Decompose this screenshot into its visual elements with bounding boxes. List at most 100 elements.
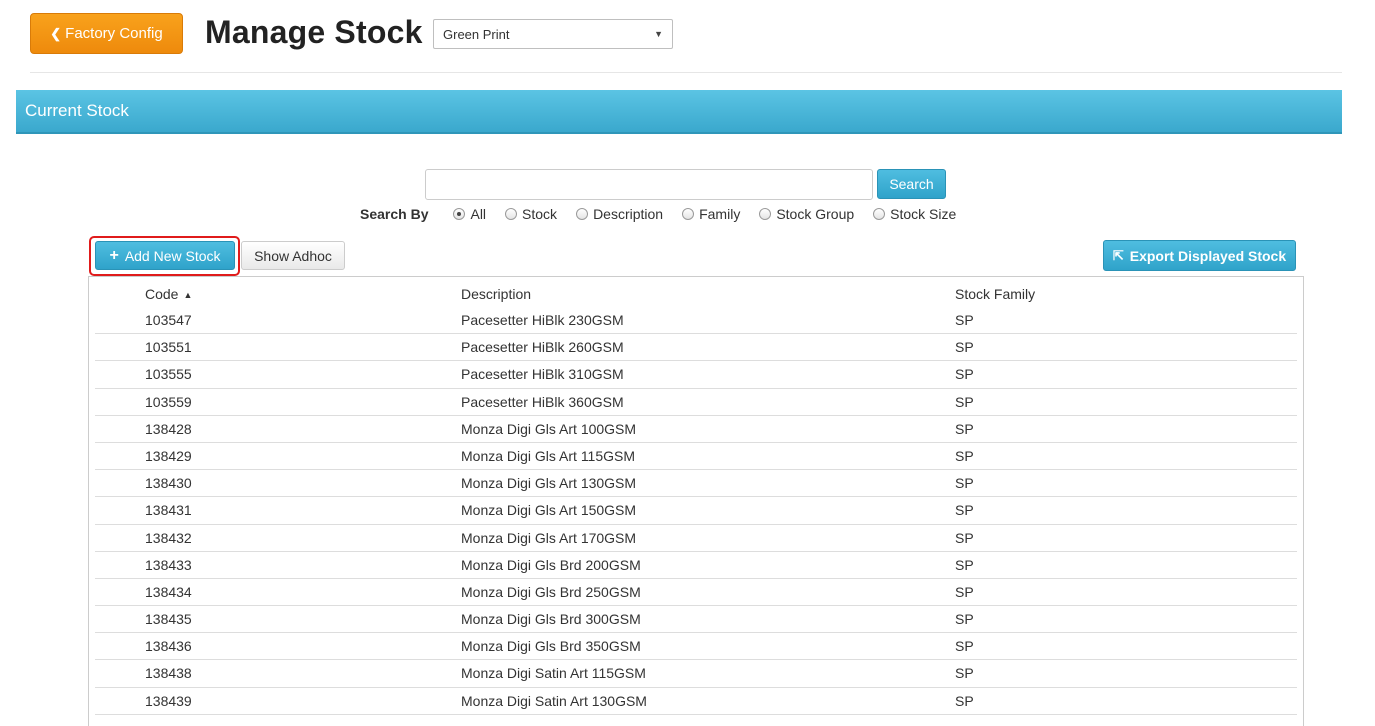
cell-stock-family: SP — [955, 393, 974, 410]
radio-stock-group[interactable]: Stock Group — [759, 206, 854, 222]
radio-stock-group-label: Stock Group — [776, 206, 855, 222]
site-select-value: Green Print — [443, 26, 510, 42]
cell-stock-family: SP — [955, 366, 974, 383]
cell-description: Monza Digi Gls Brd 200GSM — [461, 556, 641, 573]
cell-code: 138432 — [145, 529, 192, 546]
cell-code: 138435 — [145, 611, 192, 628]
table-row[interactable]: 103551 Pacesetter HiBlk 260GSM SP — [95, 334, 1297, 362]
table-row[interactable]: 138436 Monza Digi Gls Brd 350GSM SP — [95, 633, 1297, 661]
radio-stock-size-input[interactable] — [873, 208, 886, 220]
cell-description: Monza Digi Gls Art 150GSM — [461, 502, 637, 519]
cell-code: 138433 — [145, 556, 192, 573]
export-label: Export Displayed Stock — [1129, 247, 1287, 264]
table-header: Code ▲ Description Stock Family — [95, 280, 1297, 307]
radio-stock[interactable]: Stock — [505, 206, 557, 222]
panel-title: Current Stock — [25, 101, 129, 120]
radio-stock-input[interactable] — [505, 208, 518, 220]
cell-stock-family: SP — [955, 638, 974, 655]
site-select[interactable]: Green Print ▼ — [433, 19, 673, 49]
search-button[interactable]: Search — [877, 169, 946, 199]
table-row[interactable]: 138431 Monza Digi Gls Art 150GSM SP — [95, 497, 1297, 525]
radio-family-input[interactable] — [682, 208, 695, 220]
cell-code: 103559 — [145, 393, 192, 410]
radio-all-input[interactable] — [453, 208, 466, 220]
cell-description: Pacesetter HiBlk 360GSM — [461, 393, 624, 410]
cell-code: 138434 — [145, 583, 192, 600]
cell-code: 138438 — [145, 665, 192, 682]
factory-config-button[interactable]: ❮ Factory Config — [30, 13, 183, 54]
radio-family[interactable]: Family — [682, 206, 740, 222]
cell-description: Monza Digi Gls Brd 350GSM — [461, 638, 641, 655]
sort-asc-icon: ▲ — [183, 290, 193, 300]
radio-stock-group-input[interactable] — [759, 208, 772, 220]
panel-header: Current Stock — [16, 90, 1342, 134]
cell-code: 138431 — [145, 502, 192, 519]
cell-stock-family: SP — [955, 420, 974, 437]
radio-family-label: Family — [699, 206, 741, 222]
table-row[interactable]: 138430 Monza Digi Gls Art 130GSM SP — [95, 470, 1297, 498]
cell-description: Monza Digi Satin Art 130GSM — [461, 692, 647, 709]
radio-stock-size[interactable]: Stock Size — [873, 206, 956, 222]
cell-description: Monza Digi Satin Art 115GSM — [461, 665, 646, 682]
cell-description: Monza Digi Gls Brd 300GSM — [461, 611, 641, 628]
table-row[interactable]: 103559 Pacesetter HiBlk 360GSM SP — [95, 389, 1297, 416]
radio-description[interactable]: Description — [576, 206, 663, 222]
add-new-stock-label: Add New Stock — [124, 247, 221, 264]
cell-description: Monza Digi Gls Art 100GSM — [461, 420, 637, 437]
page-title: Manage Stock — [205, 14, 423, 50]
cell-stock-family: SP — [955, 611, 974, 628]
cell-stock-family: SP — [955, 556, 974, 573]
cell-description: Monza Digi Gls Art 130GSM — [461, 475, 637, 492]
radio-all[interactable]: All — [453, 206, 486, 222]
plus-icon: + — [109, 246, 119, 264]
cell-stock-family: SP — [955, 475, 974, 492]
table-body: 103547 Pacesetter HiBlk 230GSM SP 103551 Pac… — [95, 307, 1297, 715]
cell-code: 103547 — [145, 312, 192, 328]
table-row[interactable]: 138439 Monza Digi Satin Art 130GSM SP — [95, 688, 1297, 715]
table-row[interactable]: 138428 Monza Digi Gls Art 100GSM SP — [95, 416, 1297, 443]
column-header-description[interactable]: Description — [461, 286, 531, 302]
radio-description-input[interactable] — [576, 208, 589, 220]
table-row[interactable]: 103555 Pacesetter HiBlk 310GSM SP — [95, 361, 1297, 389]
cell-code: 138430 — [145, 475, 192, 492]
table-row[interactable]: 138438 Monza Digi Satin Art 115GSM SP — [95, 660, 1297, 688]
table-row[interactable]: 138432 Monza Digi Gls Art 170GSM SP — [95, 525, 1297, 552]
cell-code: 138436 — [145, 638, 192, 655]
radio-description-label: Description — [593, 206, 664, 222]
chevron-left-icon: ❮ — [50, 25, 62, 41]
add-new-stock-button[interactable]: + Add New Stock — [95, 241, 235, 270]
search-input[interactable] — [425, 169, 873, 200]
table-row[interactable]: 138434 Monza Digi Gls Brd 250GSM SP — [95, 579, 1297, 607]
cell-description: Monza Digi Gls Brd 250GSM — [461, 583, 641, 600]
search-by-label: Search By — [360, 206, 429, 222]
cell-code: 138428 — [145, 420, 192, 437]
cell-code: 138429 — [145, 447, 192, 464]
cell-code: 103551 — [145, 339, 192, 356]
factory-config-label: Factory Config — [65, 25, 163, 42]
export-icon: ⇱ — [1112, 247, 1124, 263]
cell-stock-family: SP — [955, 447, 974, 464]
cell-stock-family: SP — [955, 692, 974, 709]
header-divider — [30, 72, 1342, 73]
cell-code: 103555 — [145, 366, 192, 383]
radio-all-label: All — [470, 206, 487, 222]
radio-stock-label: Stock — [522, 206, 558, 222]
export-displayed-stock-button[interactable]: ⇱ Export Displayed Stock — [1103, 240, 1296, 271]
radio-stock-size-label: Stock Size — [890, 206, 957, 222]
search-by-group: Search By All Stock Description Family S… — [360, 204, 975, 224]
table-row[interactable]: 103547 Pacesetter HiBlk 230GSM SP — [95, 307, 1297, 335]
cell-stock-family: SP — [955, 312, 974, 328]
chevron-down-icon: ▼ — [654, 29, 663, 39]
cell-description: Monza Digi Gls Art 115GSM — [461, 447, 636, 464]
column-header-stock-family[interactable]: Stock Family — [955, 286, 1035, 302]
cell-description: Pacesetter HiBlk 230GSM — [461, 312, 624, 328]
column-header-code[interactable]: Code ▲ — [145, 286, 192, 302]
table-row[interactable]: 138435 Monza Digi Gls Brd 300GSM SP — [95, 606, 1297, 634]
table-row[interactable]: 138429 Monza Digi Gls Art 115GSM SP — [95, 443, 1297, 471]
table-row[interactable]: 138433 Monza Digi Gls Brd 200GSM SP — [95, 552, 1297, 579]
cell-stock-family: SP — [955, 339, 974, 356]
cell-description: Pacesetter HiBlk 310GSM — [461, 366, 624, 383]
cell-code: 138439 — [145, 692, 192, 709]
cell-description: Pacesetter HiBlk 260GSM — [461, 339, 624, 356]
show-adhoc-button[interactable]: Show Adhoc — [241, 241, 345, 270]
